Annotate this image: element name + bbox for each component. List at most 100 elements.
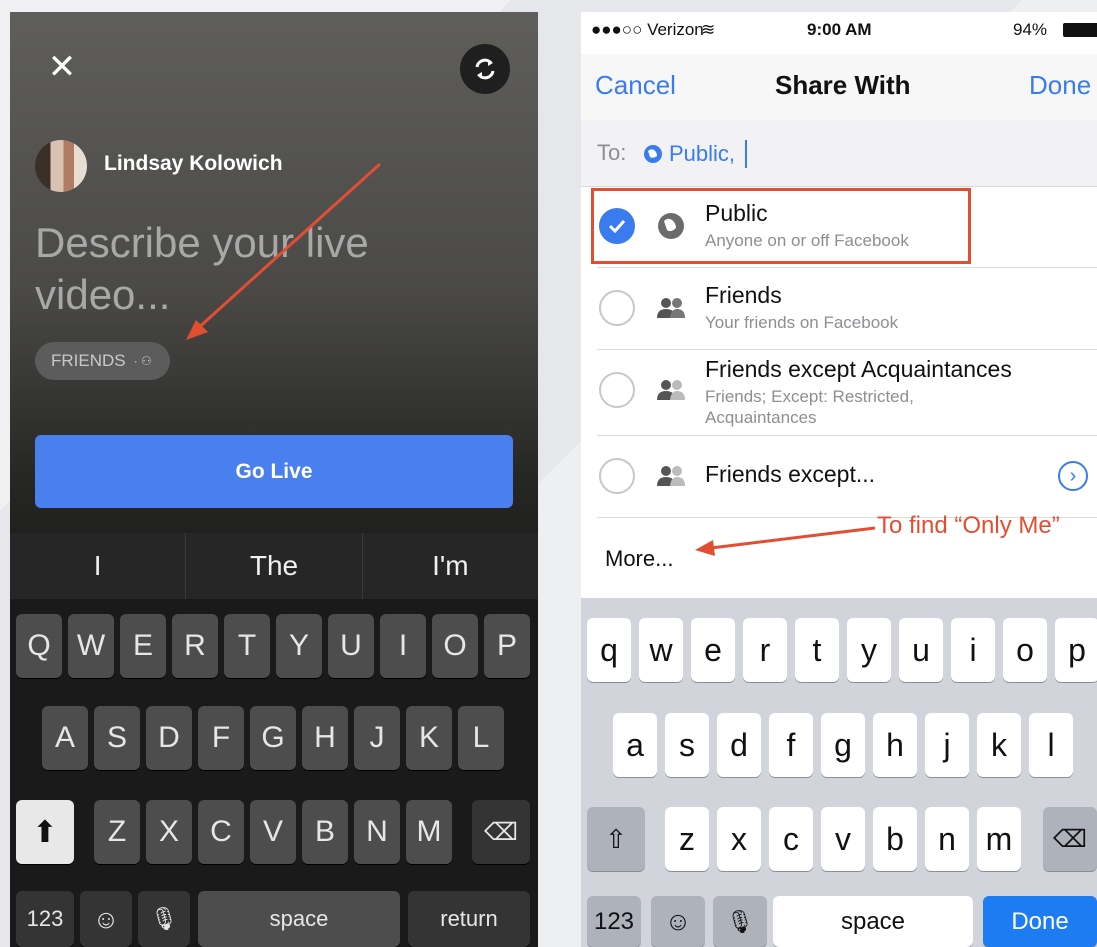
microphone-key[interactable]: 🎙 xyxy=(713,896,767,947)
done-key[interactable]: Done xyxy=(983,896,1097,947)
key[interactable]: v xyxy=(821,807,865,871)
space-key[interactable]: space xyxy=(773,896,973,947)
key[interactable]: r xyxy=(743,618,787,682)
key[interactable]: P xyxy=(484,614,530,678)
shift-key[interactable]: ⇧ xyxy=(587,807,645,871)
key[interactable]: i xyxy=(951,618,995,682)
close-icon[interactable]: ✕ xyxy=(46,50,78,84)
key[interactable]: R xyxy=(172,614,218,678)
return-key[interactable]: return xyxy=(408,891,530,947)
key[interactable]: V xyxy=(250,800,296,864)
key[interactable]: Q xyxy=(16,614,62,678)
key[interactable]: s xyxy=(665,713,709,777)
key[interactable]: y xyxy=(847,618,891,682)
space-key[interactable]: space xyxy=(198,891,400,947)
key[interactable]: F xyxy=(198,706,244,770)
suggestion-item[interactable]: The xyxy=(186,533,363,599)
option-title: Friends except Acquaintances xyxy=(705,356,1012,382)
suggestion-item[interactable]: I xyxy=(10,533,187,599)
key[interactable]: q xyxy=(587,618,631,682)
key[interactable]: x xyxy=(717,807,761,871)
flip-camera-button[interactable] xyxy=(460,44,510,94)
cancel-button[interactable]: Cancel xyxy=(595,70,676,101)
key[interactable]: S xyxy=(94,706,140,770)
microphone-icon: 🎙 xyxy=(150,906,178,931)
done-button[interactable]: Done xyxy=(1029,70,1091,101)
key[interactable]: M xyxy=(406,800,452,864)
avatar xyxy=(35,140,87,192)
audience-label: FRIENDS xyxy=(51,351,126,370)
key[interactable]: f xyxy=(769,713,813,777)
key[interactable]: u xyxy=(899,618,943,682)
key[interactable]: g xyxy=(821,713,865,777)
delete-key[interactable]: ⌫ xyxy=(472,800,530,864)
more-link[interactable]: More... xyxy=(605,546,673,572)
key[interactable]: d xyxy=(717,713,761,777)
shift-key[interactable]: ⬆ xyxy=(16,800,74,864)
key[interactable]: m xyxy=(977,807,1021,871)
microphone-key[interactable]: 🎙 xyxy=(138,891,190,947)
key[interactable]: U xyxy=(328,614,374,678)
key[interactable]: a xyxy=(613,713,657,777)
key[interactable]: O xyxy=(432,614,478,678)
emoji-icon: ☺ xyxy=(92,903,120,934)
key[interactable]: X xyxy=(146,800,192,864)
battery-label: 94% xyxy=(1013,20,1048,39)
emoji-icon: ☺ xyxy=(664,906,692,936)
key[interactable]: Y xyxy=(276,614,322,678)
key[interactable]: l xyxy=(1029,713,1073,777)
key[interactable]: K xyxy=(406,706,452,770)
key[interactable]: w xyxy=(639,618,683,682)
emoji-key[interactable]: ☺ xyxy=(80,891,132,947)
key[interactable]: T xyxy=(224,614,270,678)
key[interactable]: k xyxy=(977,713,1021,777)
suggestion-item[interactable]: I'm xyxy=(363,533,538,599)
option-friends-except[interactable]: Friends except... › xyxy=(581,436,1097,518)
key[interactable]: z xyxy=(665,807,709,871)
audience-selector[interactable]: FRIENDS · ⚇ xyxy=(35,342,170,380)
key[interactable]: j xyxy=(925,713,969,777)
key[interactable]: t xyxy=(795,618,839,682)
key[interactable]: o xyxy=(1003,618,1047,682)
key[interactable]: E xyxy=(120,614,166,678)
radio-unselected[interactable] xyxy=(599,372,635,408)
key[interactable]: J xyxy=(354,706,400,770)
option-friends-except-acquaintances[interactable]: Friends except Acquaintances Friends; Ex… xyxy=(581,350,1097,436)
shift-icon: ⬆ xyxy=(32,815,58,849)
battery-icon xyxy=(1063,23,1097,37)
to-field[interactable]: To: Public, xyxy=(581,120,1097,187)
key[interactable]: G xyxy=(250,706,296,770)
key[interactable]: D xyxy=(146,706,192,770)
key[interactable]: c xyxy=(769,807,813,871)
key[interactable]: e xyxy=(691,618,735,682)
flip-camera-icon xyxy=(475,58,495,80)
key[interactable]: I xyxy=(380,614,426,678)
friends-icon: · ⚇ xyxy=(133,354,152,368)
key[interactable]: b xyxy=(873,807,917,871)
key[interactable]: N xyxy=(354,800,400,864)
radio-unselected[interactable] xyxy=(599,458,635,494)
key[interactable]: L xyxy=(458,706,504,770)
key[interactable]: B xyxy=(302,800,348,864)
key[interactable]: n xyxy=(925,807,969,871)
friends-except-icon xyxy=(655,462,687,490)
key[interactable]: Z xyxy=(94,800,140,864)
key[interactable]: p xyxy=(1055,618,1097,682)
delete-key[interactable]: ⌫ xyxy=(1043,807,1097,871)
emoji-key[interactable]: ☺ xyxy=(651,896,705,947)
option-title: Friends except... xyxy=(705,461,876,487)
key[interactable]: A xyxy=(42,706,88,770)
key[interactable]: C xyxy=(198,800,244,864)
go-live-button[interactable]: Go Live xyxy=(35,435,513,508)
description-input[interactable]: Describe your live video... xyxy=(35,217,465,321)
key[interactable]: W xyxy=(68,614,114,678)
radio-unselected[interactable] xyxy=(599,290,635,326)
chevron-right-icon[interactable]: › xyxy=(1058,461,1088,491)
numbers-key[interactable]: 123 xyxy=(16,891,74,947)
key[interactable]: H xyxy=(302,706,348,770)
to-value: Public, xyxy=(669,141,736,166)
option-friends[interactable]: Friends Your friends on Facebook xyxy=(581,268,1097,350)
key[interactable]: h xyxy=(873,713,917,777)
keyboard-dark: Q W E R T Y U I O P A S D F G H J K L ⬆ … xyxy=(10,599,538,947)
numbers-key[interactable]: 123 xyxy=(587,896,641,947)
